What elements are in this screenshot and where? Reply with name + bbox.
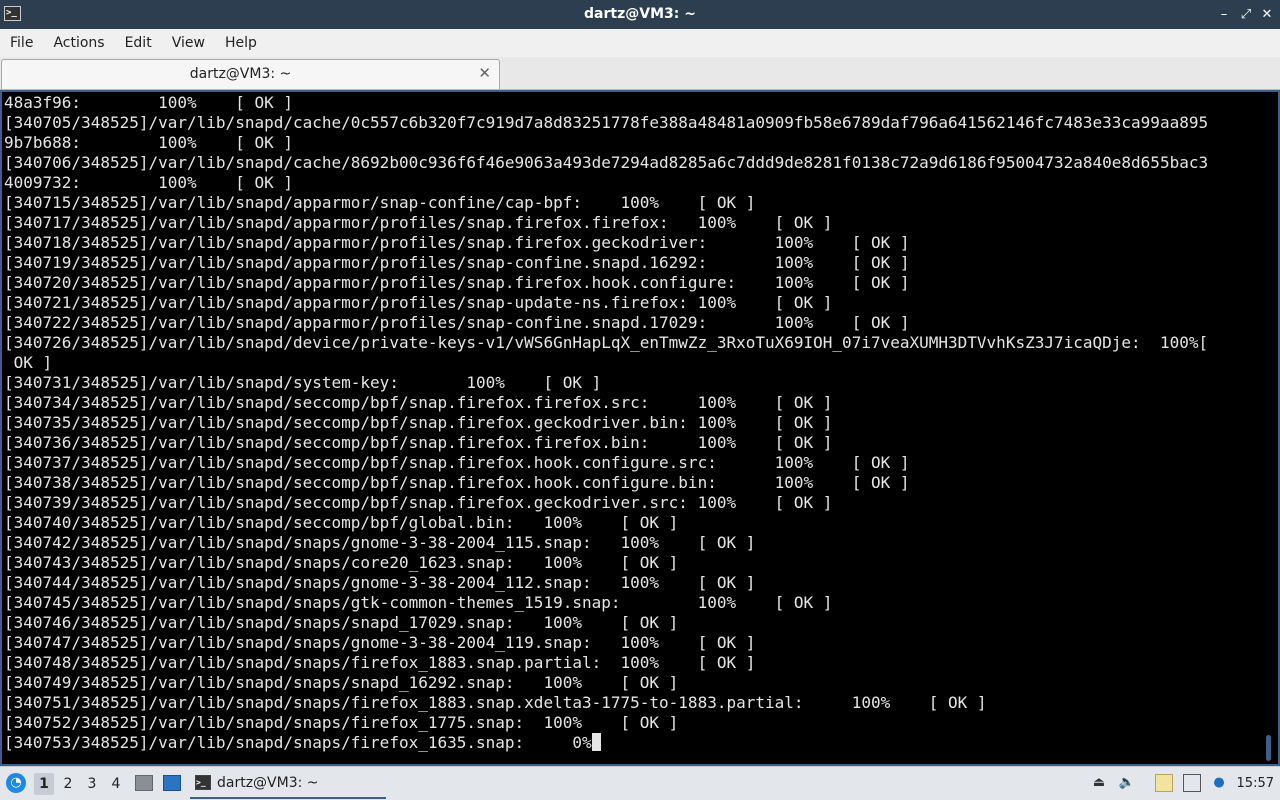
- terminal-line: [340718/348525]/var/lib/snapd/apparmor/p…: [4, 233, 910, 252]
- terminal-line: [340717/348525]/var/lib/snapd/apparmor/p…: [4, 213, 833, 232]
- terminal-line: [340706/348525]/var/lib/snapd/cache/8692…: [4, 153, 1209, 172]
- scrollbar-thumb[interactable]: [1266, 735, 1271, 761]
- maximize-button[interactable]: ⤢: [1235, 0, 1257, 29]
- minimize-button[interactable]: –: [1213, 0, 1235, 29]
- updates-icon[interactable]: ●: [1210, 774, 1228, 792]
- terminal-line: [340726/348525]/var/lib/snapd/device/pri…: [4, 333, 1209, 352]
- tab-bar: dartz@VM3: ~ ✕: [0, 57, 1280, 90]
- start-menu-icon[interactable]: ◔: [6, 773, 26, 793]
- close-button[interactable]: ✕: [1256, 0, 1278, 29]
- terminal-line: [340721/348525]/var/lib/snapd/apparmor/p…: [4, 293, 833, 312]
- terminal-line: [340705/348525]/var/lib/snapd/cache/0c55…: [4, 113, 1209, 132]
- eject-icon[interactable]: ⏏: [1090, 774, 1108, 792]
- desktop-1-button[interactable]: 1: [34, 773, 54, 795]
- taskbar-terminal-label: dartz@VM3: ~: [217, 775, 319, 791]
- terminal-line: [340737/348525]/var/lib/snapd/seccomp/bp…: [4, 453, 910, 472]
- terminal-line: [340743/348525]/var/lib/snapd/snaps/core…: [4, 553, 679, 572]
- desktop-3-button[interactable]: 3: [82, 773, 102, 795]
- window-title: dartz@VM3: ~: [584, 6, 696, 22]
- terminal-line: [340744/348525]/var/lib/snapd/snaps/gnom…: [4, 573, 756, 592]
- menu-help[interactable]: Help: [215, 29, 267, 57]
- terminal-line: [340738/348525]/var/lib/snapd/seccomp/bp…: [4, 473, 910, 492]
- terminal-line: OK ]: [4, 353, 53, 372]
- menu-file[interactable]: File: [0, 29, 43, 57]
- terminal-line: [340739/348525]/var/lib/snapd/seccomp/bp…: [4, 493, 833, 512]
- terminal-line: [340719/348525]/var/lib/snapd/apparmor/p…: [4, 253, 910, 272]
- terminal-line: [340749/348525]/var/lib/snapd/snaps/snap…: [4, 673, 679, 692]
- terminal-line: [340753/348525]/var/lib/snapd/snaps/fire…: [4, 733, 1208, 753]
- terminal-line: [340736/348525]/var/lib/snapd/seccomp/bp…: [4, 433, 833, 452]
- tab-label: dartz@VM3: ~: [189, 66, 292, 82]
- terminal-line: 9b7b688: 100% [ OK ]: [4, 133, 293, 152]
- terminal-line: [340740/348525]/var/lib/snapd/seccomp/bp…: [4, 513, 679, 532]
- terminal-tab[interactable]: dartz@VM3: ~ ✕: [1, 59, 500, 89]
- terminal-output: 48a3f96: 100% [ OK ] [340705/348525]/var/…: [4, 93, 1208, 753]
- menu-bar: File Actions Edit View Help: [0, 29, 1280, 57]
- terminal-line: [340742/348525]/var/lib/snapd/snaps/gnom…: [4, 533, 756, 552]
- network-icon[interactable]: [1183, 774, 1201, 792]
- menu-view[interactable]: View: [162, 29, 215, 57]
- terminal-line: [340747/348525]/var/lib/snapd/snaps/gnom…: [4, 633, 756, 652]
- show-desktop-icon[interactable]: [163, 775, 181, 791]
- window-titlebar[interactable]: >_ dartz@VM3: ~ – ⤢ ✕: [0, 0, 1280, 29]
- taskbar-terminal-button[interactable]: >_ dartz@VM3: ~: [190, 769, 386, 799]
- terminal-line: [340715/348525]/var/lib/snapd/apparmor/s…: [4, 193, 756, 212]
- terminal-line: [340731/348525]/var/lib/snapd/system-key…: [4, 373, 602, 392]
- terminal-line: [340720/348525]/var/lib/snapd/apparmor/p…: [4, 273, 910, 292]
- menu-edit[interactable]: Edit: [115, 29, 162, 57]
- desktop-2-button[interactable]: 2: [58, 773, 78, 795]
- terminal-icon: >_: [195, 775, 211, 790]
- terminal-line: [340752/348525]/var/lib/snapd/snaps/fire…: [4, 713, 679, 732]
- terminal-line: [340735/348525]/var/lib/snapd/seccomp/bp…: [4, 413, 833, 432]
- terminal-line: [340748/348525]/var/lib/snapd/snaps/fire…: [4, 653, 756, 672]
- terminal-line: [340722/348525]/var/lib/snapd/apparmor/p…: [4, 313, 910, 332]
- terminal-view[interactable]: 48a3f96: 100% [ OK ] [340705/348525]/var/…: [0, 90, 1280, 766]
- terminal-line: [340746/348525]/var/lib/snapd/snaps/snap…: [4, 613, 679, 632]
- terminal-line: 48a3f96: 100% [ OK ]: [4, 93, 293, 112]
- clipboard-icon[interactable]: [1155, 774, 1173, 792]
- file-manager-icon[interactable]: [135, 775, 153, 791]
- menu-actions[interactable]: Actions: [43, 29, 114, 57]
- clock[interactable]: 15:57: [1237, 767, 1274, 800]
- terminal-line: [340745/348525]/var/lib/snapd/snaps/gtk-…: [4, 593, 833, 612]
- volume-icon[interactable]: 🔈: [1118, 774, 1136, 792]
- taskbar: ◔ 1 2 3 4 >_ dartz@VM3: ~ ⏏ 🔈 ● 15:57: [0, 766, 1280, 800]
- terminal-line: [340751/348525]/var/lib/snapd/snaps/fire…: [4, 693, 987, 712]
- desktop-4-button[interactable]: 4: [106, 773, 126, 795]
- terminal-cursor: [591, 733, 601, 751]
- terminal-line: 4009732: 100% [ OK ]: [4, 173, 293, 192]
- tab-close-icon[interactable]: ✕: [478, 60, 491, 86]
- terminal-line: [340734/348525]/var/lib/snapd/seccomp/bp…: [4, 393, 833, 412]
